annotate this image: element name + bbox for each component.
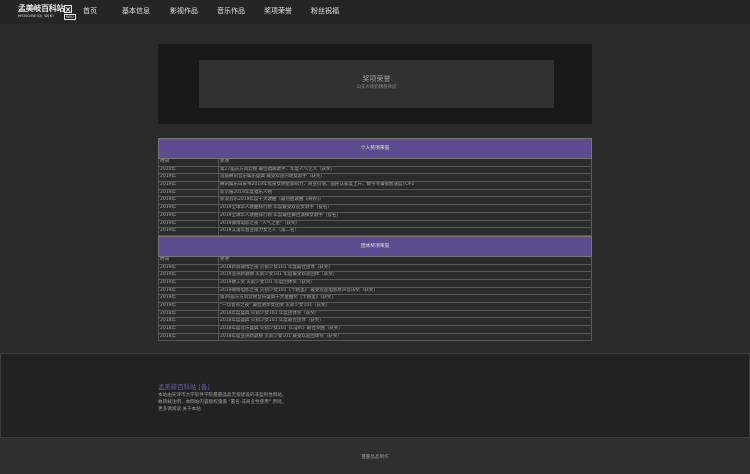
row-time: 2019年: [159, 220, 219, 228]
row-award: 2019新浪微博之夜 火箭少女101 年度最佳团体（获奖）: [220, 264, 333, 270]
group-awards-heading: 团体奖项荣誉: [158, 235, 592, 257]
row-time: 2019年: [159, 279, 219, 287]
row-time: 2019年: [159, 295, 219, 302]
row-time: 2019年: [159, 212, 219, 220]
row-award: 2018年度亚洲新歌榜 火箭少女101 最受欢迎团体奖（获奖）: [220, 333, 342, 339]
top-nav-bar: 孟美岐百科站 MENGMEIQI WIKI WIKI 首页 基本信息 影视作品 …: [0, 0, 750, 24]
site-footer: [0, 353, 750, 438]
row-time: 2019年: [159, 174, 219, 182]
row-award: 2019硬工奖 火箭少女101 年度团体奖（获奖）: [220, 279, 315, 285]
row-time: 2019年: [159, 228, 219, 235]
table-row: 2018年 2018年度音乐盛典 火箭少女101《Light》最佳单曲（获奖）: [158, 326, 592, 334]
page-subtitle: 山支大岐奶精粉禅说: [356, 85, 397, 90]
row-award: 新京报2019年度福乐人物: [220, 189, 272, 195]
row-time: 2019年: [159, 287, 219, 295]
table-row: 2019年 新浪音乐2019年度十大歌曲（最热血歌曲《奇妙》）: [158, 197, 592, 206]
personal-table-header: 时间 奖项: [158, 159, 592, 167]
nav-item-music[interactable]: 音乐作品: [217, 7, 245, 16]
footer-title[interactable]: 孟美岐百科站 [备]: [158, 383, 210, 391]
logo-grid-icon: [64, 5, 72, 13]
table-row: 2019年 2019亚洲新歌榜 火箭少女101 年度最受欢迎团体（获奖）: [158, 272, 592, 280]
logo-main-text: 孟美岐百科站: [18, 4, 65, 13]
row-time: 2019年: [159, 303, 219, 310]
row-time: 2019年: [159, 272, 219, 279]
col-award-header: 奖项: [220, 159, 229, 164]
footer-line: 故转载注明，本网站内容版权遵循 "署名-非商业性使用" 原则。: [158, 400, 287, 405]
page-title: 奖项荣誉: [362, 75, 391, 83]
row-award: 2019全球华人歌曲排行榜 年度最佳舞台演绎女歌手（提名）: [220, 212, 341, 218]
awards-tables: 个人奖项荣誉 时间 奖项 2020年 第27届东方风云榜 最佳唱跳歌手、年度人气艺…: [158, 138, 592, 342]
row-award: 2018年度盛典 火箭少女101 年度团体奖（获奖）: [220, 310, 320, 316]
table-row: 2019年 2019微博电影之夜 火箭少女101《卡路里》 最受欢迎电影原声音乐奖…: [158, 287, 592, 296]
group-table-header: 时间 奖项: [158, 256, 592, 265]
table-row: 2018年 2018年度亚洲新歌榜 火箭少女101 最受欢迎团体奖（获奖）: [158, 333, 592, 342]
row-award: "一切皆有之夜" 最佳进步女团奖 火箭少女101（获奖）: [220, 303, 331, 308]
row-time: 2020年: [159, 166, 219, 174]
nav-item-awards[interactable]: 奖项荣誉: [264, 7, 292, 16]
row-award: 2019微博电影之夜 火箭少女101《卡路里》 最受欢迎电影原声音乐奖（获奖）: [220, 287, 378, 293]
banner-inner-panel: [199, 60, 554, 108]
row-award: 第27届东方风云榜 最佳唱跳歌手、年度人气艺人（获奖）: [220, 166, 336, 172]
row-time: 2019年: [159, 197, 219, 205]
row-award: 2019艾漫年会业绩力女艺人（第二名）: [220, 228, 299, 234]
personal-awards-heading: 个人奖项荣誉: [158, 138, 592, 159]
row-award: 2019亚洲新歌榜 火箭少女101 年度最受欢迎团体（获奖）: [220, 272, 338, 278]
footer-line: 本站由天津市大学软件学院蔓蔓晶晶无偿建设的非盈利性网站。: [158, 393, 287, 398]
row-time: 2019年: [159, 264, 219, 272]
row-time: 2018年: [159, 333, 219, 341]
col-time-header: 时间: [159, 159, 219, 166]
row-time: 2019年: [159, 205, 219, 212]
table-row: 2019年 新京报2019年度福乐人物: [158, 189, 592, 198]
row-award: 2018年度盛典 火箭少女101 年度最佳团体（获奖）: [220, 318, 324, 324]
logo-sub-text: MENGMEIQI WIKI: [18, 14, 54, 18]
table-row: 2020年 第27届东方风云榜 最佳唱跳歌手、年度人气艺人（获奖）: [158, 166, 592, 175]
table-row: 2019年 2019微博电影之夜 "人气之星"（获奖）: [158, 220, 592, 229]
nav-item-home[interactable]: 首页: [83, 7, 97, 16]
row-time: 2019年: [159, 182, 219, 189]
footer-about-link[interactable]: 更多请阅读 关于本站: [158, 407, 201, 413]
logo-tag: WIKI: [64, 14, 76, 20]
site-logo[interactable]: 孟美岐百科站 MENGMEIQI WIKI WIKI: [18, 4, 76, 20]
table-row: 2018年 2018年度盛典 火箭少女101 年度最佳团体（获奖）: [158, 318, 592, 327]
table-row: 2019年 "一切皆有之夜" 最佳进步女团奖 火箭少女101（获奖）: [158, 303, 592, 311]
nav-item-basic-info[interactable]: 基本信息: [122, 7, 150, 16]
row-award: 腾讯娱乐白皮书2019年优质女明星影响力、商业价值、国民认知度上升、数字专辑销售…: [220, 182, 415, 188]
row-award: 2019微博电影之夜 "人气之星"（获奖）: [220, 220, 301, 226]
row-award: 首届腾讯音乐娱乐盛典 最受欢迎内地女歌手（获奖）: [220, 174, 325, 180]
table-row: 2019年 2019新浪微博之夜 火箭少女101 年度最佳团体（获奖）: [158, 264, 592, 273]
col-time-header: 时间: [159, 256, 219, 264]
row-award: 2019全球华人歌曲排行榜 年度最受欢迎女歌手（提名）: [220, 205, 332, 211]
table-row: 2019年 2019全球华人歌曲排行榜 年度最受欢迎女歌手（提名）: [158, 205, 592, 213]
row-award: 第26届东方风云榜音乐盛典十大金曲奖《卡路里》（获奖）: [220, 295, 336, 301]
row-time: 2018年: [159, 326, 219, 333]
table-row: 2019年 2019全球华人歌曲排行榜 年度最佳舞台演绎女歌手（提名）: [158, 212, 592, 221]
row-award: 新浪音乐2019年度十大歌曲（最热血歌曲《奇妙》）: [220, 197, 324, 203]
row-award: 2018年度音乐盛典 火箭少女101《Light》最佳单曲（获奖）: [220, 326, 343, 332]
nav-item-fan-wishes[interactable]: 粉丝祝福: [311, 7, 339, 16]
nav-item-filmography[interactable]: 影视作品: [170, 7, 198, 16]
row-time: 2018年: [159, 318, 219, 326]
row-time: 2018年: [159, 310, 219, 318]
table-row: 2019年 第26届东方风云榜音乐盛典十大金曲奖《卡路里》（获奖）: [158, 295, 592, 303]
col-award-header: 奖项: [220, 256, 229, 262]
table-row: 2018年 2018年度盛典 火箭少女101 年度团体奖（获奖）: [158, 310, 592, 319]
footer-credit: 蔓蔓晶晶制作: [361, 455, 389, 460]
table-row: 2019年 首届腾讯音乐娱乐盛典 最受欢迎内地女歌手（获奖）: [158, 174, 592, 183]
row-time: 2019年: [159, 189, 219, 197]
table-row: 2019年 2019艾漫年会业绩力女艺人（第二名）: [158, 228, 592, 236]
table-row: 2019年 腾讯娱乐白皮书2019年优质女明星影响力、商业价值、国民认知度上升、数…: [158, 182, 592, 190]
table-row: 2019年 2019硬工奖 火箭少女101 年度团体奖（获奖）: [158, 279, 592, 288]
